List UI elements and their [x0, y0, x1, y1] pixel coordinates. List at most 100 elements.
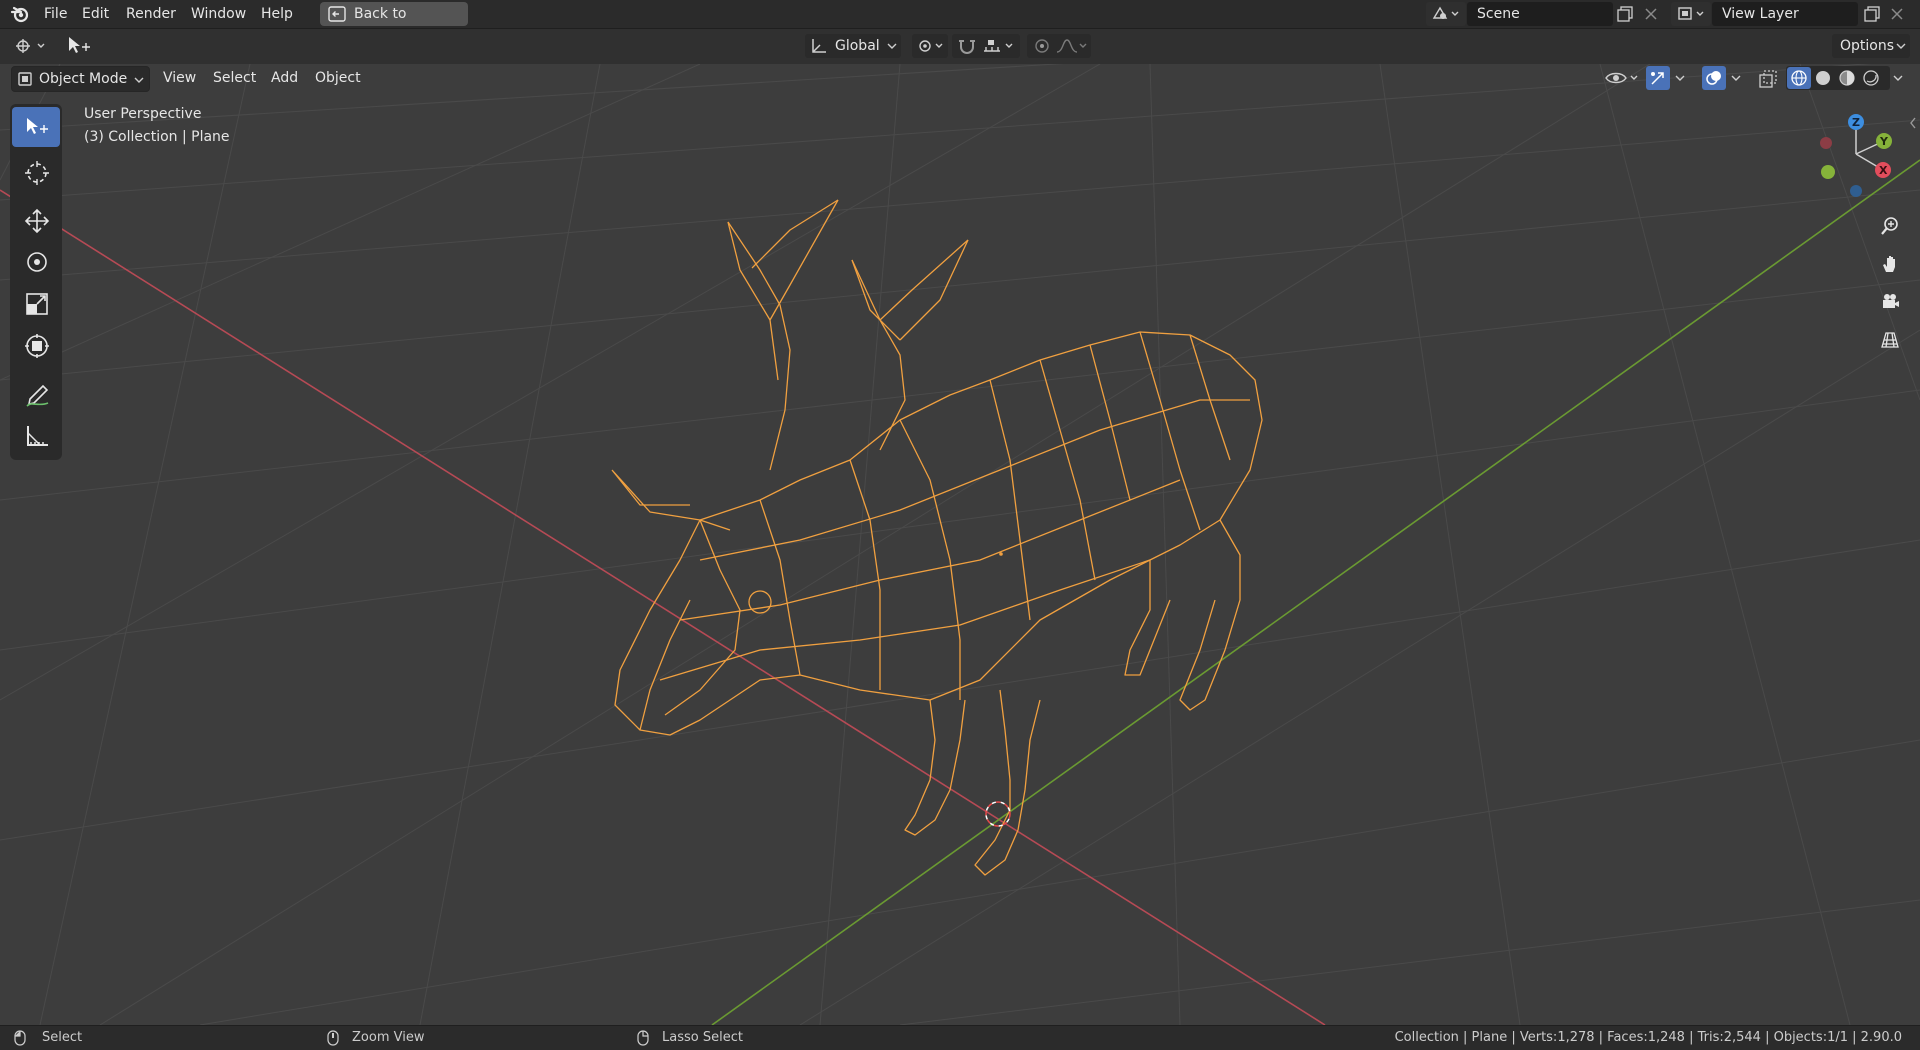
transform-orientation-select[interactable]: Global: [805, 34, 901, 58]
scale-tool[interactable]: [12, 284, 60, 324]
new-view-layer-icon[interactable]: [1863, 5, 1881, 23]
tool-header: Global Options: [0, 29, 1920, 64]
gizmo-arrows-icon: [1651, 72, 1664, 85]
show-overlays-button[interactable]: [1702, 66, 1726, 90]
3d-viewport-editor-icon: [16, 39, 45, 53]
xray-toggle-icon[interactable]: [1758, 69, 1778, 89]
falloff-curve-icon[interactable]: [1055, 37, 1089, 55]
move-arrows-icon: [24, 208, 50, 234]
select-box-icon: [27, 118, 48, 134]
status-zoom-hint: Zoom View: [352, 1030, 425, 1045]
menu-select[interactable]: Select: [213, 66, 256, 90]
floor-grid: [0, 64, 1920, 1025]
options-dropdown[interactable]: Options: [1832, 34, 1910, 58]
menu-render[interactable]: Render: [126, 0, 176, 28]
rotate-icon: [27, 252, 47, 272]
select-box-tool[interactable]: [12, 107, 60, 147]
chevron-down-icon[interactable]: [1674, 74, 1686, 82]
view-layer-name: View Layer: [1722, 6, 1799, 22]
scene-name: Scene: [1477, 6, 1520, 22]
neg-y-axis-dot: [1821, 165, 1835, 179]
overlays-icon: [1706, 71, 1721, 85]
mouse-middle-icon: [327, 1030, 339, 1046]
3d-viewport[interactable]: User Perspective (3) Collection | Plane: [0, 64, 1920, 1025]
chevron-down-icon: [887, 43, 897, 49]
neg-z-axis-dot: [1850, 185, 1862, 197]
editor-type-button[interactable]: [10, 35, 50, 57]
navigation-gizmo[interactable]: Z Y X: [1810, 110, 1910, 200]
move-tool[interactable]: [12, 201, 60, 241]
snap-increment-icon[interactable]: [982, 37, 1018, 55]
chevron-down-icon[interactable]: [1730, 74, 1742, 82]
context-label: (3) Collection | Plane: [84, 129, 230, 145]
select-tweak-icon[interactable]: [66, 35, 92, 57]
menu-help[interactable]: Help: [261, 0, 293, 28]
solid-shading-icon[interactable]: [1814, 69, 1832, 87]
wireframe-shading-button[interactable]: [1787, 67, 1811, 89]
proportional-editing-group: [1027, 34, 1091, 58]
snap-magnet-icon[interactable]: [957, 37, 977, 55]
material-preview-icon[interactable]: [1838, 69, 1856, 87]
mouse-left-icon: [14, 1030, 26, 1046]
menu-edit[interactable]: Edit: [82, 0, 109, 28]
delete-view-layer-icon[interactable]: [1890, 7, 1904, 21]
rotate-tool[interactable]: [12, 242, 60, 282]
view-layer-icon: [1678, 7, 1704, 20]
shading-mode-group: [1786, 66, 1890, 90]
camera-view-button[interactable]: [1874, 286, 1906, 318]
measure-ruler-icon: [27, 426, 48, 446]
menu-object[interactable]: Object: [315, 66, 361, 90]
orientation-label: Global: [835, 38, 880, 54]
wireframe-sphere-icon: [1791, 70, 1807, 86]
object-mode-select[interactable]: Object Mode: [11, 66, 150, 92]
back-to-previous-button[interactable]: Back to Previous: [320, 2, 468, 46]
neg-x-axis-dot: [1820, 137, 1832, 149]
back-screen-icon: [328, 6, 346, 22]
magnifier-zoom-icon: [1881, 217, 1898, 235]
perspective-grid-icon: [1881, 332, 1899, 348]
pan-view-button[interactable]: [1874, 248, 1906, 280]
overlay-toggle-group: [1702, 66, 1746, 90]
y-axis-line: [711, 159, 1920, 1025]
annotate-tool[interactable]: [12, 374, 60, 414]
view-layer-name-field[interactable]: View Layer: [1712, 2, 1858, 26]
menu-file[interactable]: File: [44, 0, 67, 28]
z-axis-label: Z: [1852, 116, 1860, 129]
annotate-pencil-icon: [26, 384, 49, 407]
scene-name-field[interactable]: Scene: [1467, 2, 1613, 26]
pivot-point-select[interactable]: [912, 34, 948, 58]
view-name-label: User Perspective: [84, 106, 202, 122]
visibility-select[interactable]: [1602, 66, 1642, 90]
object-origin: [999, 552, 1003, 556]
cursor-tool[interactable]: [12, 152, 60, 192]
3d-cursor-icon: [25, 161, 49, 185]
menu-window[interactable]: Window: [191, 0, 246, 28]
menu-view[interactable]: View: [163, 66, 196, 90]
delete-scene-icon[interactable]: [1644, 7, 1658, 21]
scene-statistics: Collection | Plane | Verts:1,278 | Faces…: [1394, 1030, 1902, 1045]
proportional-edit-icon[interactable]: [1033, 37, 1051, 55]
blender-logo-icon[interactable]: [10, 4, 30, 24]
status-lasso-hint: Lasso Select: [662, 1030, 743, 1045]
zoom-view-button[interactable]: [1874, 210, 1906, 242]
toggle-perspective-button[interactable]: [1874, 324, 1906, 356]
scene-browse-button[interactable]: [1426, 2, 1466, 26]
top-menubar: File Edit Render Window Help Back to Pre…: [0, 0, 1920, 46]
rendered-shading-icon[interactable]: [1862, 69, 1880, 87]
chevron-down-icon[interactable]: [1892, 74, 1904, 82]
new-scene-icon[interactable]: [1616, 5, 1634, 23]
options-label: Options: [1840, 38, 1895, 54]
scene-icon: [1432, 6, 1459, 19]
x-axis-label: X: [1879, 164, 1888, 177]
camera-icon: [1883, 294, 1899, 308]
show-gizmo-button[interactable]: [1646, 66, 1670, 90]
view-layer-browse-button[interactable]: [1671, 2, 1711, 26]
y-axis-label: Y: [1879, 135, 1889, 148]
sidebar-toggle-chevron-icon[interactable]: [1908, 116, 1918, 130]
transform-tool[interactable]: [12, 326, 60, 366]
tool-shelf: [10, 104, 62, 460]
measure-tool[interactable]: [12, 416, 60, 456]
chevron-down-icon: [134, 77, 144, 83]
menu-add[interactable]: Add: [271, 66, 298, 90]
orientation-axes-icon: [812, 39, 826, 53]
